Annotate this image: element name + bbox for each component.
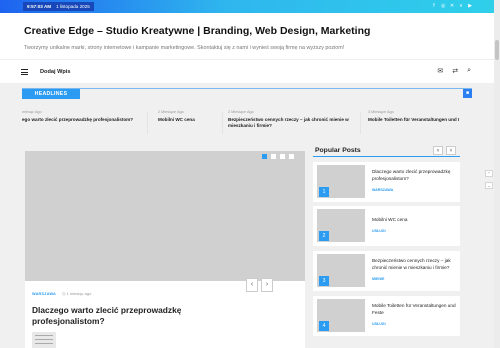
headline-title[interactable]: Mobile Toiletten für Veranstaltungen und… — [368, 117, 472, 123]
slide-thumbnail — [32, 332, 56, 348]
close-icon[interactable]: ■ — [463, 89, 472, 98]
headline-item[interactable]: miesąc Ago ego warto zlecić przeprowadzk… — [22, 110, 144, 138]
youtube-icon[interactable]: ▶ — [468, 3, 472, 9]
side-toggle-button[interactable]: ⌄ — [485, 182, 493, 189]
headline-ago: 3 Miesiące Ago — [368, 110, 394, 114]
top-bar: 9:57:03 AM 1 listopada 2025 f ◎ ✕ v ▶ — [0, 0, 500, 13]
headline-ago: miesąc Ago — [22, 110, 42, 114]
headline-item[interactable]: 2 Miesiące Ago Bezpieczeństwo cennych rz… — [228, 110, 352, 138]
post-rank: 3 — [319, 276, 329, 286]
post-category[interactable]: MIENIE — [372, 277, 384, 281]
post-rank: 2 — [319, 231, 329, 241]
chevron-down-icon[interactable]: ˅ — [446, 146, 456, 155]
post-category[interactable]: USŁUGI — [372, 322, 386, 326]
shuffle-icon[interactable]: ⇄ — [452, 67, 458, 75]
x-icon[interactable]: ✕ — [450, 3, 454, 9]
headline-ago: 2 Miesiące Ago — [158, 110, 184, 114]
instagram-icon[interactable]: ◎ — [441, 3, 445, 9]
scrollbar[interactable] — [494, 0, 500, 348]
slider-dot[interactable] — [271, 154, 276, 159]
post-title[interactable]: Mobile Toiletten für Veranstaltungen und… — [372, 302, 458, 316]
divider — [313, 156, 460, 157]
chevron-up-icon[interactable]: ˄ — [433, 146, 443, 155]
headline-title[interactable]: Bezpieczeństwo cennych rzeczy – jak chro… — [228, 117, 352, 129]
slide-category[interactable]: WARSZAWA — [32, 292, 56, 296]
headline-item[interactable]: 3 Miesiące Ago Mobile Toiletten für Vera… — [368, 110, 472, 138]
popular-item[interactable]: 3 Bezpieczeństwo cennych rzeczy – jak ch… — [313, 251, 460, 291]
slider-dots — [262, 154, 294, 159]
post-title[interactable]: Dlaczego warto zlecić przeprowadzkę prof… — [372, 168, 458, 182]
headline-ago: 2 Miesiące Ago — [228, 110, 254, 114]
slider-dot[interactable] — [280, 154, 285, 159]
headlines-ticker: HEADLINES ■ miesąc Ago ego warto zlecić … — [22, 88, 472, 140]
headlines-label: HEADLINES — [22, 89, 80, 99]
nav-icons: ✉ ⇄ ⌕ — [437, 67, 471, 75]
social-links: f ◎ ✕ v ▶ — [432, 3, 472, 9]
slider-arrows: ‹ › — [246, 278, 273, 292]
popular-item[interactable]: 2 Mobilni WC cena USŁUGI — [313, 206, 460, 246]
headline-item[interactable]: 2 Miesiące Ago Mobilni WC cena — [158, 110, 218, 138]
side-toggle-button[interactable]: ⌃ — [485, 170, 493, 177]
menu-icon[interactable] — [21, 69, 28, 77]
post-title[interactable]: Mobilni WC cena — [372, 216, 458, 223]
slide-image[interactable] — [25, 151, 305, 281]
current-date: 1 listopada 2025 — [56, 4, 90, 9]
prev-arrow-icon[interactable]: ‹ — [246, 278, 258, 292]
scrollbar-thumb[interactable] — [495, 40, 499, 60]
slider-dot[interactable] — [262, 154, 267, 159]
popular-nav: ˄ ˅ — [433, 146, 456, 155]
featured-slider: WARSZAWA ◷ 1 miesiąc ago Dlaczego warto … — [25, 151, 305, 348]
popular-title: Popular Posts — [315, 147, 361, 154]
popular-header: Popular Posts ˄ ˅ — [313, 144, 460, 157]
add-post-link[interactable]: Dodaj Wpis — [40, 69, 70, 75]
divider — [147, 112, 148, 134]
popular-item[interactable]: 4 Mobile Toiletten für Veranstaltungen u… — [313, 296, 460, 336]
slider-dot[interactable] — [289, 154, 294, 159]
headlines-bar: HEADLINES ■ — [22, 88, 472, 99]
post-category[interactable]: USŁUGI — [372, 229, 386, 233]
datetime-box: 9:57:03 AM 1 listopada 2025 — [23, 2, 94, 11]
post-title[interactable]: Bezpieczeństwo cennych rzeczy – jak chro… — [372, 257, 458, 271]
search-icon[interactable]: ⌕ — [467, 67, 471, 75]
post-category[interactable]: WARSZAWA — [372, 188, 393, 192]
popular-posts: Popular Posts ˄ ˅ 1 Dlaczego warto zleci… — [313, 144, 460, 348]
divider — [360, 112, 361, 134]
post-rank: 4 — [319, 321, 329, 331]
slide-date: ◷ 1 miesiąc ago — [62, 291, 92, 296]
current-time: 9:57:03 AM — [27, 4, 52, 9]
site-title[interactable]: Creative Edge – Studio Kreatywne | Brand… — [24, 25, 370, 37]
headline-title[interactable]: Mobilni WC cena — [158, 117, 218, 123]
main-nav: Dodaj Wpis ✉ ⇄ ⌕ — [0, 59, 494, 83]
site-header: Creative Edge – Studio Kreatywne | Brand… — [0, 13, 494, 59]
vk-icon[interactable]: v — [459, 3, 463, 9]
slide-ago: 1 miesiąc ago — [66, 291, 92, 296]
popular-item[interactable]: 1 Dlaczego warto zlecić przeprowadzkę pr… — [313, 162, 460, 202]
slide-title[interactable]: Dlaczego warto zlecić przeprowadzkę prof… — [32, 305, 212, 327]
site-description: Tworzymy unikalne marki, strony internet… — [24, 45, 345, 51]
mail-icon[interactable]: ✉ — [437, 67, 443, 75]
facebook-icon[interactable]: f — [432, 3, 436, 9]
divider — [222, 112, 223, 134]
headline-title[interactable]: ego warto zlecić przeprowadzkę profesjon… — [22, 117, 144, 123]
headlines-list: miesąc Ago ego warto zlecić przeprowadzk… — [22, 110, 472, 138]
next-arrow-icon[interactable]: › — [261, 278, 273, 292]
post-rank: 1 — [319, 187, 329, 197]
